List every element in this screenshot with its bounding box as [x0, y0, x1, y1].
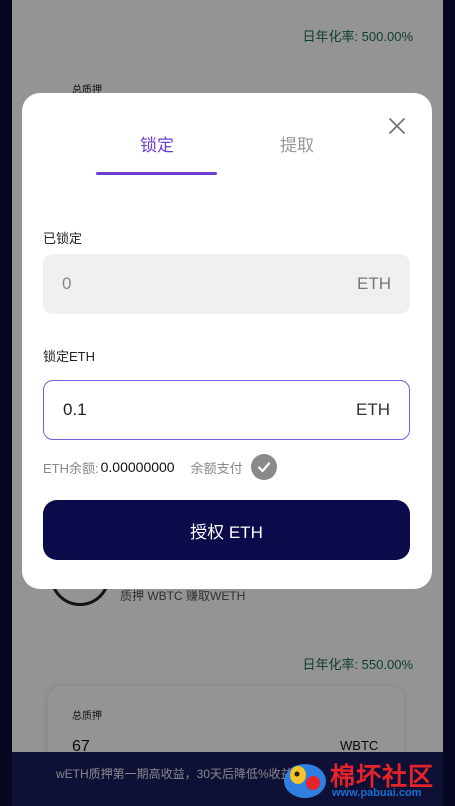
close-icon[interactable] — [386, 115, 408, 137]
tab-lock[interactable]: 锁定 — [140, 131, 174, 156]
balance-label: ETH余额: — [43, 460, 99, 476]
lock-modal: 锁定 提取 已锁定 0 ETH 锁定ETH 0.1 ETH ETH余额: 0.0… — [22, 93, 432, 589]
watermark-logo-icon — [284, 764, 326, 798]
lock-amount-unit: ETH — [356, 400, 390, 419]
active-tab-indicator — [96, 172, 217, 175]
balance-pay-label: 余额支付 — [190, 460, 243, 476]
watermark: 棉坏社区 www.pabuai.com — [282, 757, 450, 801]
lock-amount-input[interactable]: 0.1 ETH — [43, 380, 410, 440]
balance-value: 0.00000000 — [100, 459, 175, 475]
locked-label: 已锁定 — [43, 231, 83, 246]
locked-amount-field: 0 ETH — [43, 254, 410, 314]
authorize-eth-button[interactable]: 授权 ETH — [43, 500, 410, 560]
balance-pay-checkbox[interactable] — [250, 454, 277, 480]
locked-amount-unit: ETH — [357, 274, 391, 293]
balance-row: ETH余额: 0.00000000 余额支付 — [43, 453, 277, 481]
check-icon — [257, 462, 270, 473]
locked-amount-value: 0 — [62, 274, 72, 293]
lock-eth-label: 锁定ETH — [43, 349, 96, 364]
watermark-url: www.pabuai.com — [332, 787, 422, 799]
lock-amount-value[interactable]: 0.1 — [63, 400, 87, 420]
tab-withdraw[interactable]: 提取 — [280, 131, 314, 156]
